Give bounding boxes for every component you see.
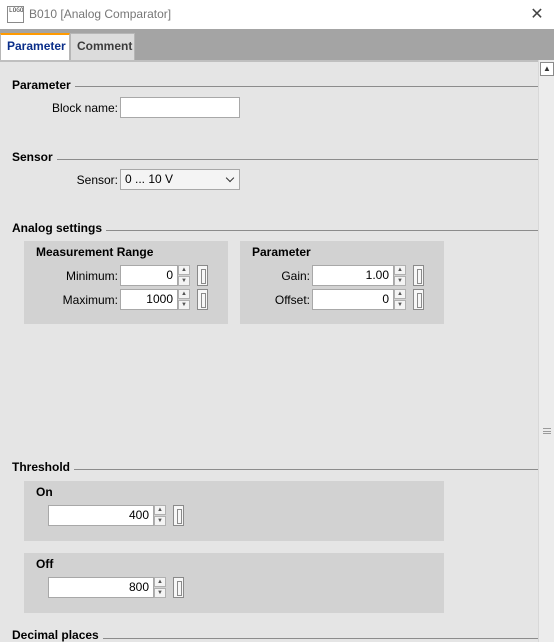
minimum-input[interactable]: 0 (120, 265, 178, 286)
gain-label: Gain: (281, 269, 310, 283)
chevron-down-icon (225, 173, 235, 183)
threshold-off-connector-icon[interactable] (173, 577, 184, 598)
section-title-sensor: Sensor (12, 150, 57, 164)
minimum-connector-icon[interactable] (197, 265, 208, 286)
sensor-label: Sensor: (76, 173, 118, 187)
spin-down-icon[interactable]: ▼ (394, 276, 406, 286)
logo-app-icon: LOGO (7, 6, 24, 23)
section-divider (12, 86, 538, 87)
scrollbar-grip-icon[interactable] (543, 428, 551, 434)
title-bar: LOGO B010 [Analog Comparator] ✕ (0, 0, 554, 29)
maximum-stepper[interactable]: ▲ ▼ (178, 289, 190, 310)
spin-up-icon[interactable]: ▲ (154, 505, 166, 515)
tab-parameter[interactable]: Parameter (0, 33, 70, 60)
vertical-scrollbar[interactable]: ▲ (538, 60, 554, 642)
scroll-up-icon[interactable]: ▲ (540, 62, 554, 76)
spin-down-icon[interactable]: ▼ (394, 300, 406, 310)
spin-down-icon[interactable]: ▼ (154, 588, 166, 598)
measurement-range-title: Measurement Range (36, 245, 154, 259)
offset-label: Offset: (274, 293, 310, 307)
spin-up-icon[interactable]: ▲ (394, 289, 406, 299)
spin-up-icon[interactable]: ▲ (394, 265, 406, 275)
maximum-input[interactable]: 1000 (120, 289, 178, 310)
tab-bar: Parameter Comment (0, 29, 554, 60)
threshold-off-stepper[interactable]: ▲ ▼ (154, 577, 166, 598)
minimum-label: Minimum: (65, 269, 118, 283)
spin-down-icon[interactable]: ▼ (178, 276, 190, 286)
tab-comment[interactable]: Comment (70, 33, 135, 60)
spin-up-icon[interactable]: ▲ (178, 289, 190, 299)
gain-offset-group: Parameter Gain: 1.00 ▲ ▼ Offset: 0 ▲ ▼ (240, 241, 444, 324)
maximum-connector-icon[interactable] (197, 289, 208, 310)
threshold-on-stepper[interactable]: ▲ ▼ (154, 505, 166, 526)
spin-down-icon[interactable]: ▼ (178, 300, 190, 310)
offset-connector-icon[interactable] (413, 289, 424, 310)
offset-stepper[interactable]: ▲ ▼ (394, 289, 406, 310)
threshold-on-connector-icon[interactable] (173, 505, 184, 526)
parameter-panel: Parameter Block name: Sensor Sensor: 0 .… (0, 60, 538, 642)
minimum-stepper[interactable]: ▲ ▼ (178, 265, 190, 286)
gain-stepper[interactable]: ▲ ▼ (394, 265, 406, 286)
offset-input[interactable]: 0 (312, 289, 394, 310)
section-divider (12, 469, 538, 470)
block-name-label: Block name: (51, 101, 118, 115)
measurement-range-group: Measurement Range Minimum: 0 ▲ ▼ Maximum… (24, 241, 228, 324)
gain-offset-title: Parameter (252, 245, 311, 259)
maximum-label: Maximum: (62, 293, 118, 307)
sensor-selected-value: 0 ... 10 V (125, 172, 174, 186)
window-title: B010 [Analog Comparator] (29, 7, 172, 21)
spin-down-icon[interactable]: ▼ (154, 516, 166, 526)
spin-up-icon[interactable]: ▲ (154, 577, 166, 587)
section-divider (12, 159, 538, 160)
gain-connector-icon[interactable] (413, 265, 424, 286)
threshold-on-title: On (36, 485, 53, 499)
threshold-on-group: On 400 ▲ ▼ (24, 481, 444, 541)
section-title-decimal-places: Decimal places (12, 628, 103, 642)
threshold-off-input[interactable]: 800 (48, 577, 154, 598)
section-title-threshold: Threshold (12, 460, 75, 474)
gain-input[interactable]: 1.00 (312, 265, 394, 286)
close-button[interactable]: ✕ (520, 0, 554, 29)
threshold-off-title: Off (36, 557, 54, 571)
block-name-input[interactable] (120, 97, 240, 118)
section-title-parameter: Parameter (12, 78, 75, 92)
threshold-on-input[interactable]: 400 (48, 505, 154, 526)
threshold-off-group: Off 800 ▲ ▼ (24, 553, 444, 613)
spin-up-icon[interactable]: ▲ (178, 265, 190, 275)
sensor-select[interactable]: 0 ... 10 V (120, 169, 240, 190)
section-title-analog-settings: Analog settings (12, 221, 107, 235)
